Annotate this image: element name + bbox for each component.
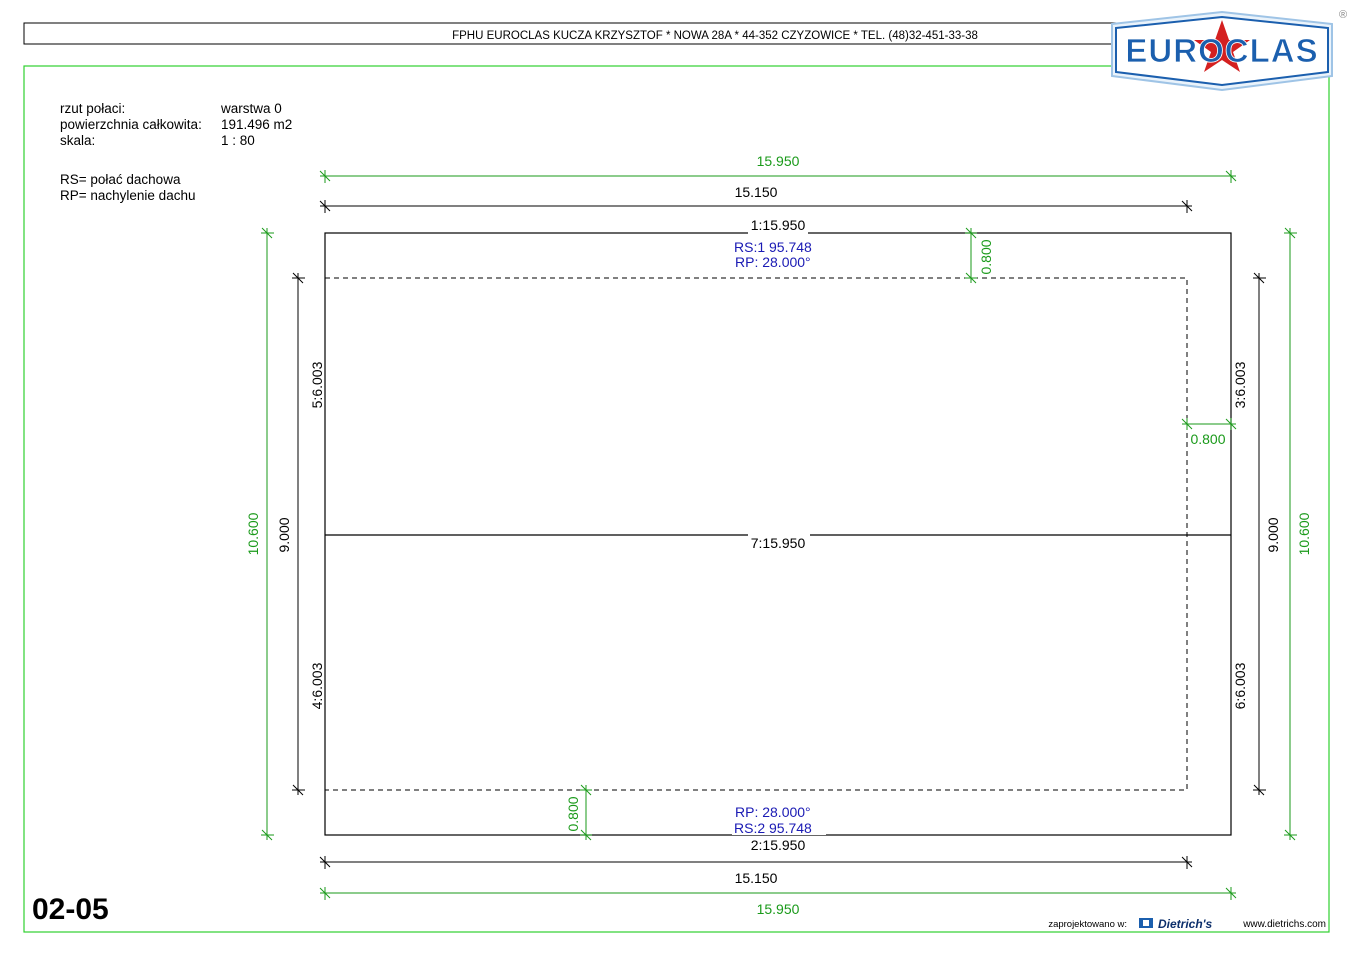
dim-overhang-right-label: 0.800 [1190, 431, 1225, 447]
edge-5-label: 5:6.003 [309, 361, 325, 408]
dim-overhang-top-label: 0.800 [978, 239, 994, 274]
dim-overhang-right [1181, 418, 1237, 430]
label-roof: rzut połaci: [60, 101, 125, 116]
face2-rs: RS:2 95.748 [734, 820, 812, 836]
dim-left-inner-label: 9.000 [276, 517, 292, 552]
dim-bottom-inner-label: 15.150 [735, 870, 778, 886]
euroclas-logo: EUROCLAS [1111, 10, 1333, 92]
registered-mark: ® [1339, 9, 1347, 21]
dietrichs-logo-icon [1139, 918, 1153, 928]
face1-rs: RS:1 95.748 [734, 239, 812, 255]
label-area: powierzchnia całkowita: [60, 117, 202, 132]
edge-6-label: 6:6.003 [1232, 662, 1248, 709]
face1-rp: RP: 28.000° [735, 254, 811, 270]
dim-left-outer [261, 227, 274, 841]
dim-overhang-top [965, 227, 977, 284]
dim-left-inner [292, 272, 305, 796]
dim-top-inner [319, 200, 1193, 213]
value-roof: warstwa 0 [220, 101, 282, 116]
value-scale: 1 : 80 [221, 133, 255, 148]
edge-2-label: 2:15.950 [751, 837, 806, 853]
edge-4-label: 4:6.003 [309, 662, 325, 709]
sheet-number: 02-05 [32, 893, 109, 926]
dietrichs-website: www.dietrichs.com [1242, 919, 1326, 930]
dim-top-outer-label: 15.950 [757, 153, 800, 169]
dim-right-outer-label: 10.600 [1296, 512, 1312, 555]
dim-top-outer [319, 170, 1237, 183]
dim-bottom-outer-label: 15.950 [757, 901, 800, 917]
roof-plan-drawing: FPHU EUROCLAS KUCZA KRZYSZTOF * NOWA 28A… [23, 9, 1347, 933]
legend-rp: RP= nachylenie dachu [60, 188, 195, 203]
label-scale: skala: [60, 133, 95, 148]
sheet-frame [23, 65, 1330, 933]
edge-1-label: 1:15.950 [751, 217, 806, 233]
company-line: FPHU EUROCLAS KUCZA KRZYSZTOF * NOWA 28A… [452, 30, 978, 42]
logo-text: EUROCLAS [1125, 32, 1318, 69]
dim-bottom-outer [319, 887, 1237, 900]
dim-left-outer-label: 10.600 [245, 512, 261, 555]
edge-7-label: 7:15.950 [751, 535, 806, 551]
dim-right-inner-label: 9.000 [1265, 517, 1281, 552]
designed-with-label: zaprojektowano w: [1048, 919, 1127, 930]
value-area: 191.496 m2 [221, 117, 292, 132]
dim-overhang-bottom [580, 784, 592, 841]
dietrichs-name: Dietrich's [1158, 917, 1213, 931]
dim-top-inner-label: 15.150 [735, 184, 778, 200]
dim-overhang-bottom-label: 0.800 [565, 796, 581, 831]
face2-rp: RP: 28.000° [735, 804, 811, 820]
edge-3-label: 3:6.003 [1232, 361, 1248, 408]
dim-bottom-inner [319, 856, 1193, 869]
legend-rs: RS= połać dachowa [60, 172, 181, 187]
